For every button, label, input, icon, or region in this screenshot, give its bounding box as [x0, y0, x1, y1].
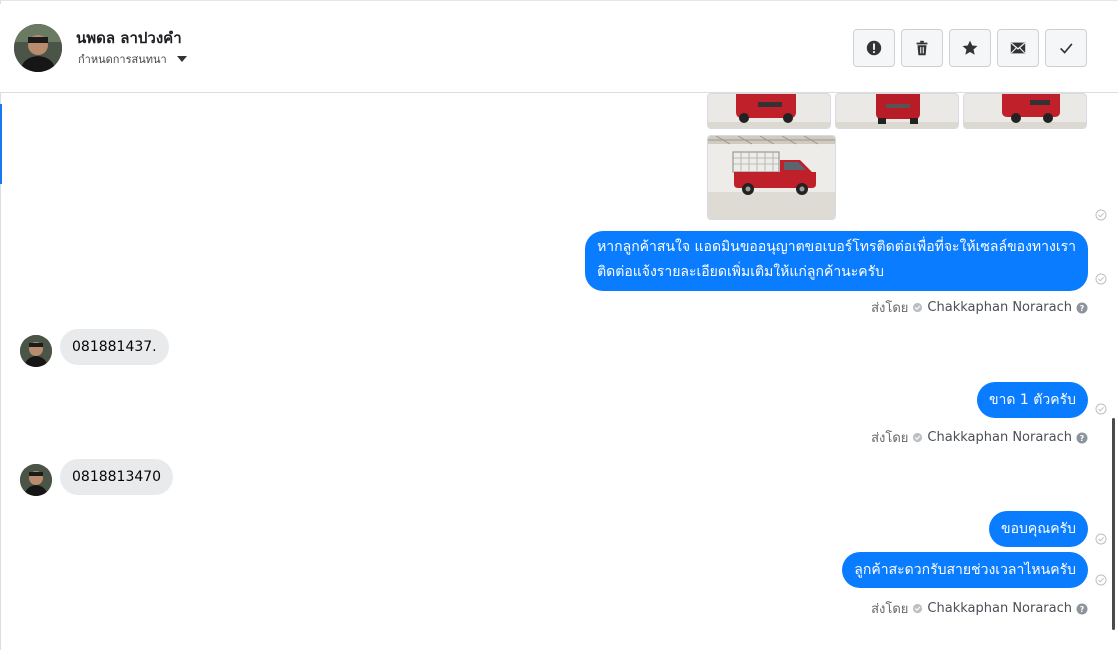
star-icon — [962, 40, 978, 55]
sent-by-info: ส่งโดย Chakkaphan Norarach ? — [871, 297, 1088, 318]
exclamation-icon — [866, 40, 882, 56]
car-photo[interactable] — [963, 93, 1087, 129]
help-icon[interactable]: ? — [1076, 432, 1088, 444]
conversation-header: นพดล ลาปวงคำ กำหนดการสนทนา — [0, 4, 1118, 93]
schedule-label: กำหนดการสนทนา — [78, 53, 167, 66]
outgoing-message: ลูกค้าสะดวกรับสายช่วงเวลาไหนครับ — [842, 552, 1088, 588]
trash-icon — [916, 40, 928, 56]
agent-name[interactable]: Chakkaphan Norarach — [927, 300, 1072, 315]
car-photo[interactable] — [707, 93, 831, 129]
car-photo[interactable] — [707, 135, 836, 220]
seen-check-icon — [1095, 273, 1107, 285]
seen-check-icon — [1095, 574, 1107, 586]
active-indicator — [0, 104, 2, 184]
verified-check-icon — [913, 302, 923, 313]
envelope-icon — [1010, 42, 1026, 54]
caret-down-icon — [176, 56, 187, 62]
outgoing-message: หากลูกค้าสนใจ แอดมินขออนุญาตขอเบอร์โทรติ… — [585, 231, 1088, 291]
message-text-line: หากลูกค้าสนใจ แอดมินขออนุญาตขอเบอร์โทรติ… — [597, 239, 1076, 255]
help-icon[interactable]: ? — [1076, 302, 1088, 314]
checkmark-icon — [1060, 43, 1073, 54]
sent-by-info: ส่งโดย Chakkaphan Norarach ? — [871, 598, 1088, 619]
verified-check-icon — [913, 603, 923, 614]
outgoing-message: ขอบคุณครับ — [989, 511, 1088, 547]
avatar[interactable] — [20, 335, 52, 367]
verified-check-icon — [913, 432, 923, 443]
seen-check-icon — [1095, 403, 1107, 415]
agent-name[interactable]: Chakkaphan Norarach — [927, 601, 1072, 616]
outgoing-message: ขาด 1 ตัวครับ — [976, 382, 1088, 418]
incoming-message: 081881437. — [60, 329, 169, 365]
sent-by-label: ส่งโดย — [871, 602, 909, 617]
conversation-schedule-dropdown[interactable]: กำหนดการสนทนา — [78, 50, 187, 68]
sent-by-info: ส่งโดย Chakkaphan Norarach ? — [871, 427, 1088, 448]
seen-check-icon — [1095, 533, 1107, 545]
avatar[interactable] — [20, 464, 52, 496]
contact-name: นพดล ลาปวงคำ — [76, 29, 182, 47]
header-actions — [853, 29, 1087, 67]
svg-text:?: ? — [1080, 304, 1085, 313]
car-photo[interactable] — [835, 93, 959, 129]
agent-name[interactable]: Chakkaphan Norarach — [927, 430, 1072, 445]
report-button[interactable] — [853, 29, 895, 67]
sent-by-label: ส่งโดย — [871, 431, 909, 446]
svg-text:?: ? — [1080, 605, 1085, 614]
avatar[interactable] — [14, 24, 62, 72]
scrollbar[interactable] — [1112, 418, 1115, 630]
delete-button[interactable] — [901, 29, 943, 67]
sent-by-label: ส่งโดย — [871, 301, 909, 316]
mark-done-button[interactable] — [1045, 29, 1087, 67]
svg-text:?: ? — [1080, 434, 1085, 443]
message-text-line: ติดต่อแจ้งรายละเอียดเพิ่มเติมให้แก่ลูกค้… — [597, 264, 885, 280]
star-button[interactable] — [949, 29, 991, 67]
incoming-message: 0818813470 — [60, 459, 174, 495]
email-button[interactable] — [997, 29, 1039, 67]
seen-check-icon — [1095, 209, 1107, 221]
help-icon[interactable]: ? — [1076, 603, 1088, 615]
